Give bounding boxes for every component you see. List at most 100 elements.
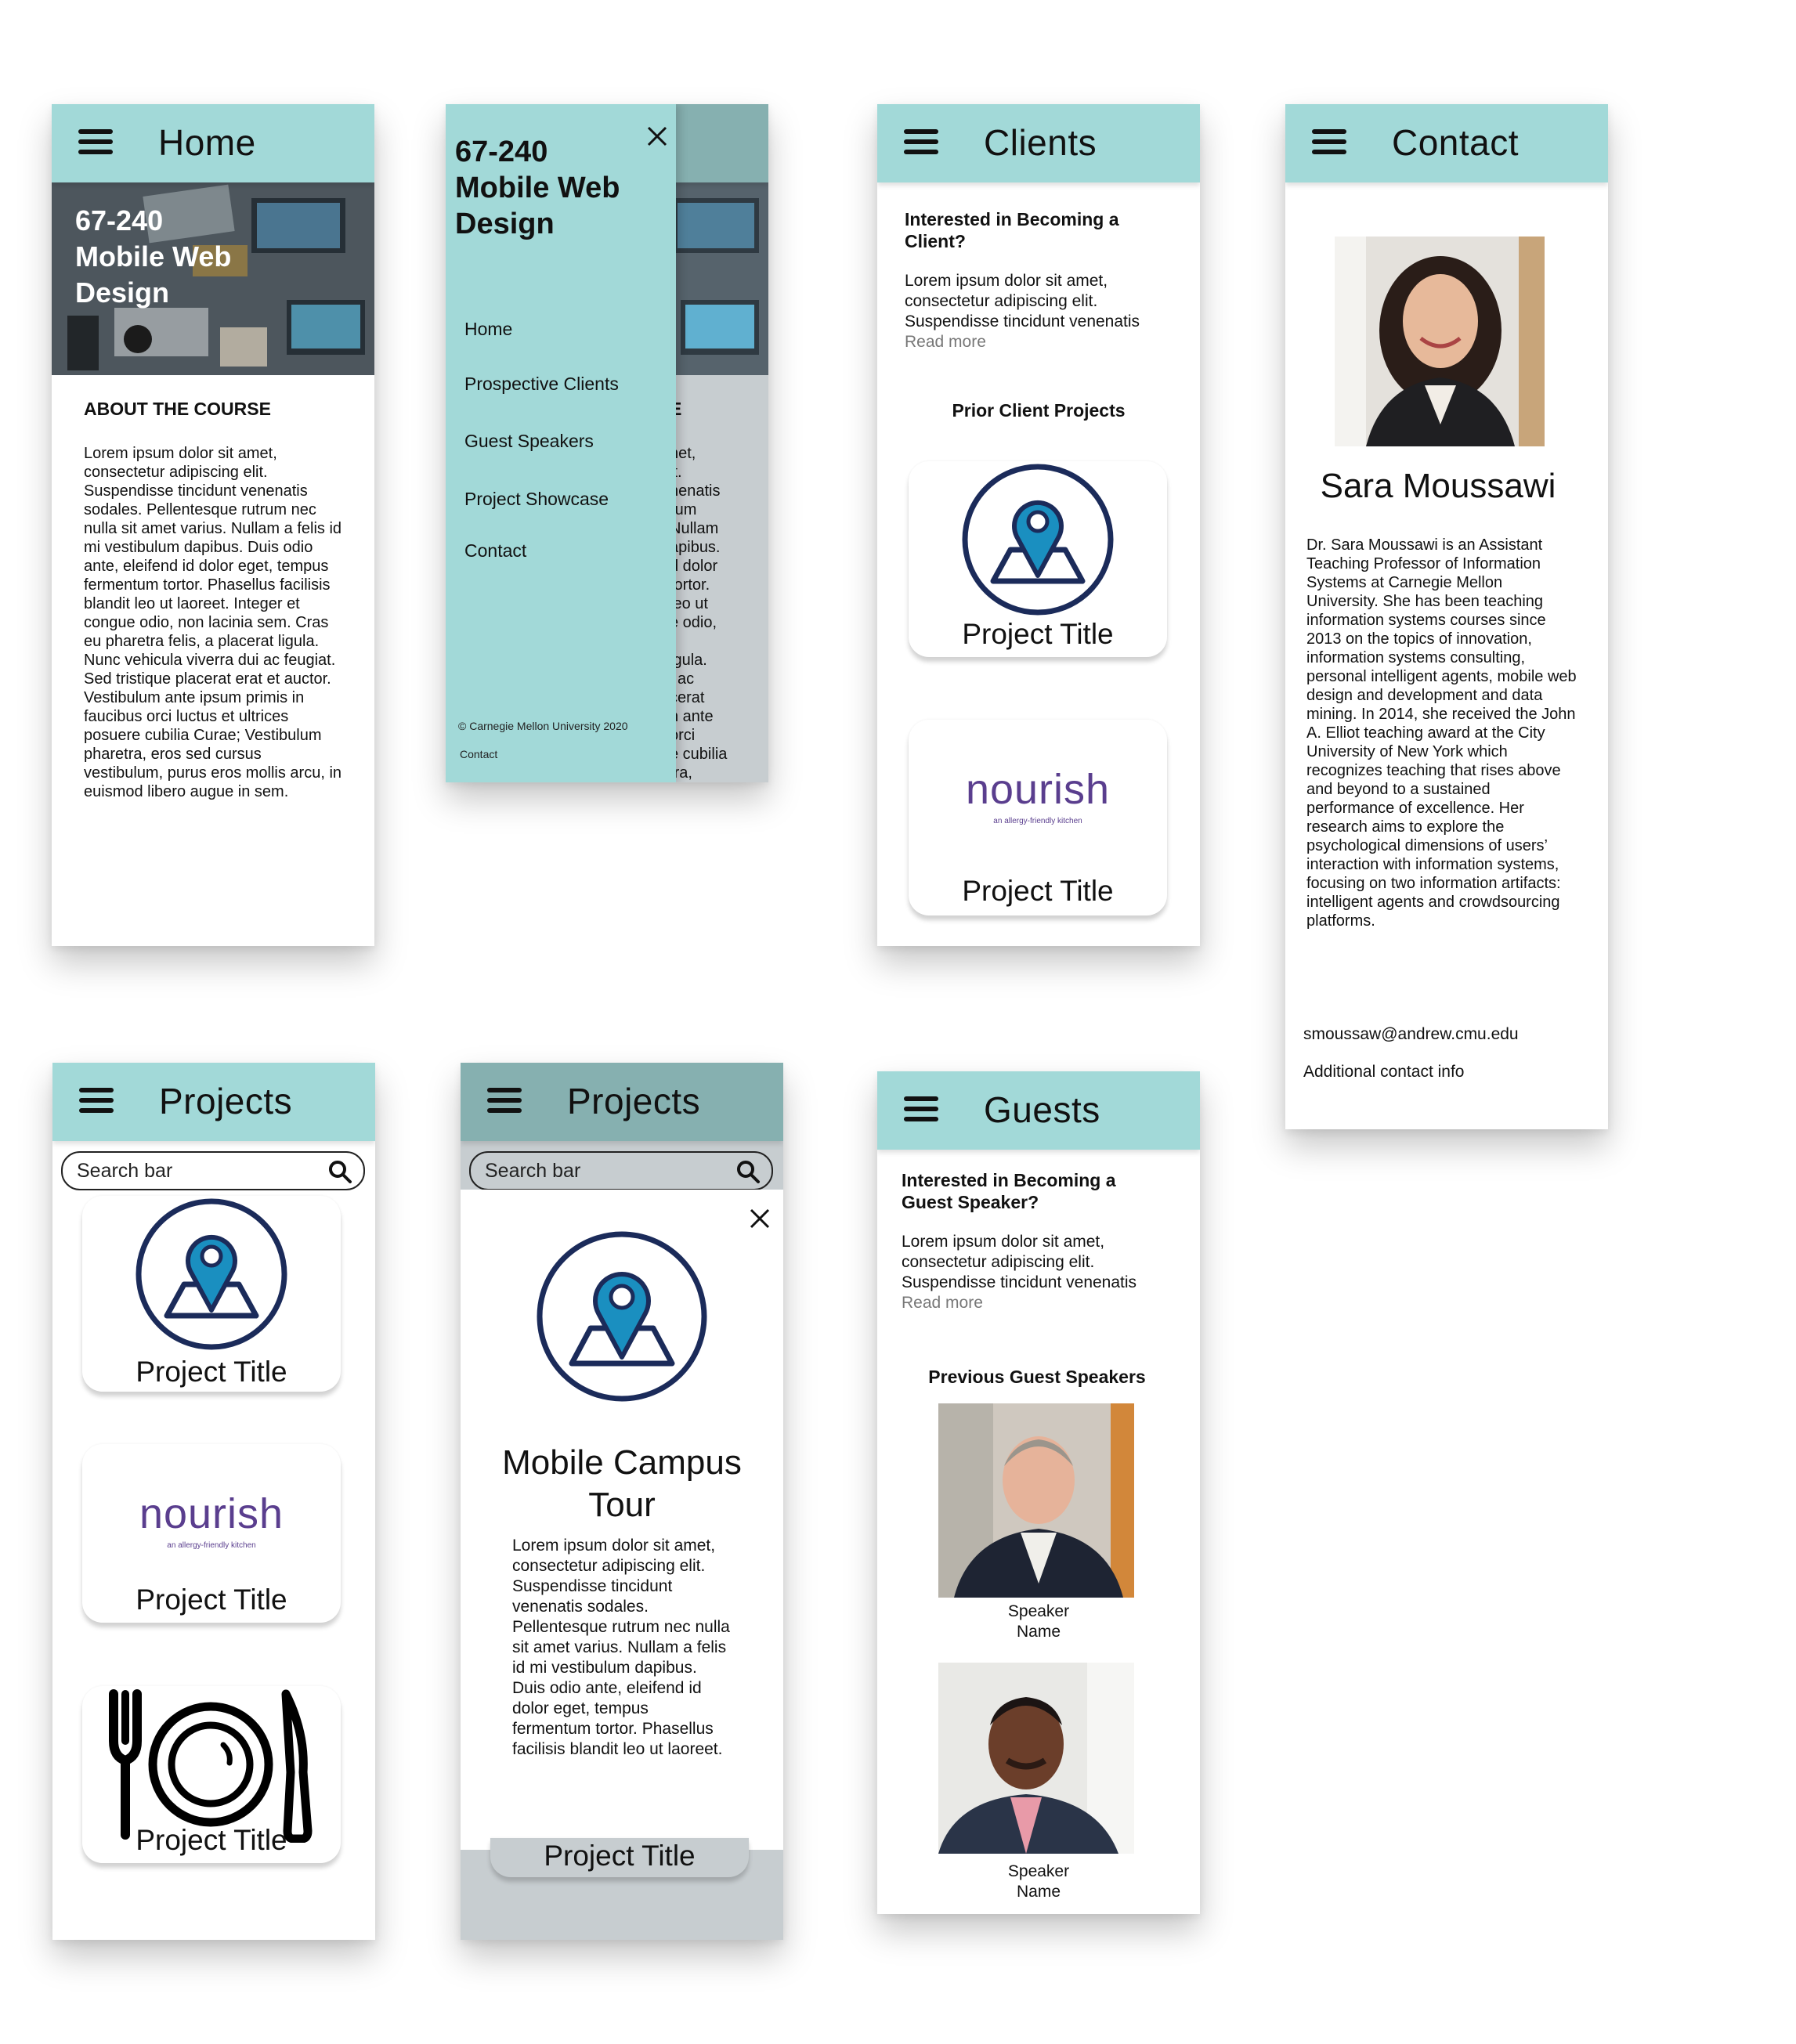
projects-screen: Projects Search bar Project Title nouris… [52, 1063, 375, 1940]
hamburger-menu-icon[interactable] [1312, 129, 1346, 154]
guests-screen: Guests Interested in Becoming a Guest Sp… [877, 1071, 1200, 1914]
menu-item-guest-speakers[interactable]: Guest Speakers [464, 431, 594, 452]
project-card[interactable]: Project Title [82, 1196, 341, 1392]
guests-intro-heading: Interested in Becoming a Guest Speaker? [902, 1170, 1116, 1212]
menu-item-contact[interactable]: Contact [464, 540, 526, 562]
peek-text-line: igula. [670, 652, 707, 669]
peek-text-line: e odio, [670, 614, 717, 631]
peek-text-line: cerat [670, 689, 705, 706]
project-card[interactable]: Project Title [82, 1686, 341, 1863]
project-detail-title-line-1: Mobile Campus [502, 1443, 742, 1482]
search-placeholder: Search bar [485, 1160, 581, 1182]
search-input[interactable]: Search bar [469, 1151, 773, 1190]
project-detail-screen: Projects Search bar Mobile Campus Tour L… [461, 1063, 783, 1940]
speaker-portrait [938, 1403, 1134, 1598]
hamburger-menu-icon[interactable] [904, 129, 938, 154]
portrait-image [1335, 237, 1545, 446]
guests-intro-text: Lorem ipsum dolor sit amet, consectetur … [902, 1233, 1137, 1291]
about-heading: ABOUT THE COURSE [84, 399, 271, 419]
project-card-behind[interactable]: Project Title [490, 1838, 749, 1877]
speaker-photo [938, 1663, 1134, 1854]
search-icon[interactable] [735, 1159, 761, 1184]
menu-footer-contact-link[interactable]: Contact [460, 748, 497, 760]
header-bar: Guests [877, 1071, 1200, 1150]
hamburger-menu-icon[interactable] [78, 129, 113, 154]
hero-image: 67-240 Mobile Web Design [52, 182, 374, 375]
speaker-name-line-1: Speaker [1007, 1862, 1070, 1880]
hero-title: 67-240 Mobile Web Design [75, 203, 231, 311]
hamburger-menu-icon[interactable] [904, 1096, 938, 1121]
hero-title-line-2: Mobile Web [75, 240, 232, 273]
page-title: Home [158, 122, 256, 163]
speaker-portrait [938, 1663, 1134, 1854]
speaker-name: Speaker Name [877, 1602, 1200, 1642]
peek-text-line: tra, [670, 764, 692, 782]
peek-text-line: e cubilia [670, 746, 728, 763]
peek-text-line [670, 632, 764, 651]
menu-title: 67-240 Mobile Web Design [455, 134, 620, 242]
project-card-title: Project Title [136, 1824, 287, 1856]
peek-text-line: Nullam [670, 520, 719, 537]
header-bar: Home [52, 104, 374, 182]
page-title: Projects [567, 1081, 701, 1121]
profile-bio: Dr. Sara Moussawi is an Assistant Teachi… [1306, 536, 1577, 930]
menu-title-line-2: Mobile Web [455, 172, 620, 204]
email-link[interactable]: smoussaw@andrew.cmu.edu [1303, 1025, 1519, 1044]
hero-title-line-1: 67-240 [75, 204, 164, 237]
menu-item-prospective-clients[interactable]: Prospective Clients [464, 374, 619, 395]
project-detail-text: Lorem ipsum dolor sit amet, consectetur … [512, 1537, 730, 1758]
additional-contact-info: Additional contact info [1303, 1063, 1465, 1081]
project-card-title: Project Title [962, 618, 1114, 650]
menu-footer-copyright: © Carnegie Mellon University 2020 [458, 720, 628, 732]
speaker-name: Speaker Name [877, 1862, 1200, 1902]
about-text: Lorem ipsum dolor sit amet, consectetur … [84, 445, 342, 800]
hamburger-menu-icon[interactable] [79, 1088, 114, 1113]
hero-title-line-3: Design [75, 276, 170, 309]
search-input[interactable]: Search bar [61, 1151, 365, 1190]
page-title: Contact [1392, 122, 1520, 163]
project-card-title: Project Title [962, 875, 1114, 907]
project-modal: Mobile Campus Tour Lorem ipsum dolor sit… [461, 1190, 783, 1850]
page-title: Clients [984, 122, 1097, 163]
read-more-link[interactable]: Read more [902, 1294, 983, 1313]
nourish-tagline: an allergy-friendly kitchen [993, 817, 1082, 825]
speaker-name-line-2: Name [1016, 1883, 1061, 1901]
peek-text-line: leo ut [670, 595, 708, 612]
previous-speakers-heading: Previous Guest Speakers [928, 1367, 1146, 1387]
header-bar-dimmed: Projects [461, 1063, 783, 1141]
plate-fork-knife-icon [109, 1689, 313, 1843]
project-card[interactable]: nourish an allergy-friendly kitchen Proj… [82, 1444, 341, 1623]
menu-item-project-showcase[interactable]: Project Showcase [464, 489, 609, 510]
clients-screen: Clients Interested in Becoming a Client?… [877, 104, 1200, 946]
speaker-name-line-1: Speaker [1007, 1602, 1070, 1620]
page-title: Projects [159, 1081, 293, 1121]
profile-photo [1335, 237, 1545, 446]
menu-title-line-3: Design [455, 208, 555, 240]
close-icon[interactable] [645, 125, 669, 148]
menu-item-home[interactable]: Home [464, 319, 512, 340]
clients-intro-text: Lorem ipsum dolor sit amet, consectetur … [905, 272, 1140, 330]
speaker-photo [938, 1403, 1134, 1598]
speaker-name-line-2: Name [1016, 1623, 1061, 1641]
nourish-logo: nourish [965, 766, 1111, 813]
menu-title-line-1: 67-240 [455, 135, 548, 168]
menu-open-screen: E net,it.nenatisrumNullamapibus.d dolort… [446, 104, 768, 782]
nourish-logo: nourish [139, 1490, 284, 1537]
page-title: Guests [984, 1089, 1100, 1130]
close-icon[interactable] [748, 1207, 772, 1230]
peek-text: net,it.nenatisrum Nullam apibus. d dolortor… [670, 444, 764, 782]
side-menu-drawer: 67-240 Mobile Web Design Home Prospectiv… [446, 104, 676, 782]
profile-name: Sara Moussawi [1320, 467, 1556, 505]
search-icon[interactable] [327, 1159, 352, 1184]
header-bar: Clients [877, 104, 1200, 182]
hamburger-menu-icon[interactable] [487, 1088, 522, 1113]
peek-text-line: n ante [670, 708, 714, 725]
project-detail-title: Mobile Campus Tour [461, 1442, 783, 1526]
peek-text-line: nenatis [670, 482, 721, 500]
read-more-link[interactable]: Read more [905, 333, 986, 352]
project-card[interactable]: Project Title [909, 461, 1167, 657]
contact-screen: Contact Sara Moussawi Dr. Sara Moussawi … [1285, 104, 1608, 1129]
project-card[interactable]: nourish an allergy-friendly kitchen Proj… [909, 720, 1167, 915]
project-card-title: Project Title [544, 1840, 696, 1872]
peek-text-line: rum [670, 501, 697, 518]
